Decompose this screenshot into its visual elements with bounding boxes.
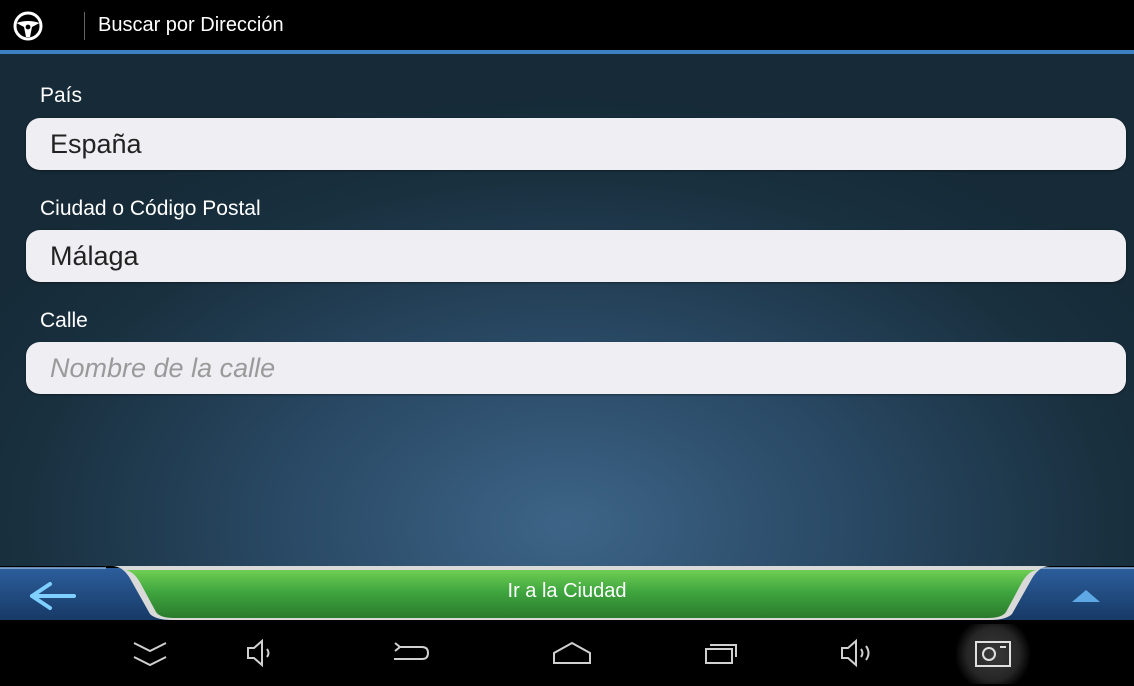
page-title: Buscar por Dirección [98, 14, 284, 36]
volume-down-icon[interactable] [240, 633, 284, 673]
recent-apps-icon[interactable] [700, 633, 744, 673]
volume-up-icon[interactable] [836, 633, 880, 673]
home-icon[interactable] [550, 633, 594, 673]
arrow-left-icon[interactable] [28, 576, 88, 612]
chevron-up-icon[interactable] [1058, 576, 1114, 612]
back-icon[interactable] [388, 633, 432, 673]
hide-bar-icon[interactable] [128, 633, 172, 673]
city-field[interactable]: Málaga [26, 230, 1126, 282]
system-nav-bar [0, 620, 1134, 686]
country-field[interactable]: España [26, 118, 1126, 170]
screenshot-icon[interactable] [956, 624, 1030, 684]
country-label: País [40, 84, 83, 107]
address-search-form: País España Ciudad o Código Postal Málag… [0, 54, 1134, 566]
street-label: Calle [40, 309, 88, 332]
title-bar: Buscar por Dirección [0, 0, 1134, 54]
city-label: Ciudad o Código Postal [40, 197, 261, 220]
action-bar: Ir a la Ciudad [0, 562, 1134, 620]
go-to-city-button[interactable] [124, 562, 1028, 620]
steering-wheel-icon[interactable] [12, 10, 44, 42]
title-divider [84, 12, 85, 40]
street-field[interactable]: Nombre de la calle [26, 342, 1126, 394]
